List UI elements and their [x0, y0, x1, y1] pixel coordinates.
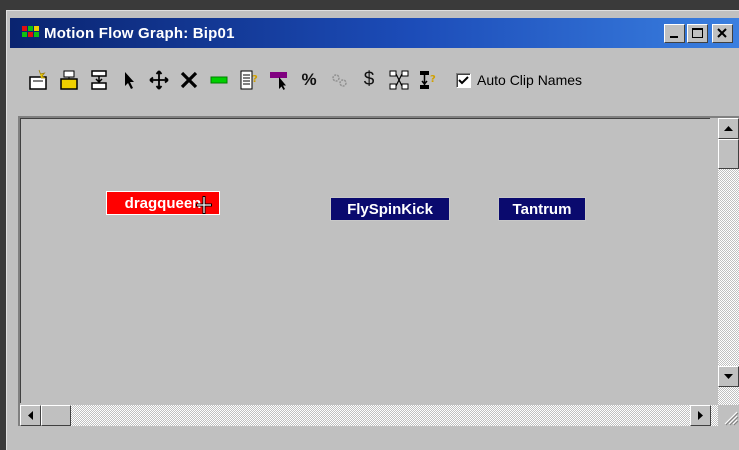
move-clips-icon: [149, 70, 169, 90]
toolbar: ? % $ ? Auto Clip Names: [10, 60, 739, 100]
resize-grip[interactable]: [718, 405, 739, 426]
scroll-left-button[interactable]: [20, 405, 41, 426]
scroll-down-button[interactable]: [718, 366, 739, 387]
cost-button[interactable]: $: [354, 65, 384, 95]
select-random-start-clip-icon: [270, 72, 287, 90]
checkmark-icon: [458, 75, 469, 84]
create-unique-motions-icon: [389, 70, 409, 90]
select-random-start-clip-button[interactable]: [264, 65, 294, 95]
optimize-transitions-icon: [332, 74, 347, 87]
create-unique-motions-button[interactable]: [384, 65, 414, 95]
close-icon: [717, 28, 727, 38]
motion-flow-canvas[interactable]: dragqueen FlySpinKick Tantrum: [18, 116, 739, 426]
clip-flyspinkick[interactable]: FlySpinKick: [330, 197, 450, 221]
graph-area[interactable]: [20, 118, 710, 403]
arrow-left-icon: [27, 411, 33, 420]
create-transition-icon: [91, 70, 107, 90]
percent-icon: %: [301, 70, 317, 89]
dollar-icon: $: [363, 69, 375, 90]
svg-text:?: ?: [252, 74, 258, 85]
vertical-scroll-thumb[interactable]: [718, 139, 739, 169]
title-bar[interactable]: Motion Flow Graph: Bip01: [10, 18, 739, 48]
close-button[interactable]: [712, 24, 733, 43]
auto-clip-names-checkbox[interactable]: [456, 72, 471, 88]
delete-clips-button[interactable]: [174, 65, 204, 95]
window-title: Motion Flow Graph: Bip01: [44, 24, 235, 42]
optimize-transitions-button[interactable]: [324, 65, 354, 95]
horizontal-scrollbar[interactable]: [20, 405, 720, 426]
create-multiple-clips-icon: [60, 70, 78, 90]
clip-tantrum[interactable]: Tantrum: [498, 197, 586, 221]
scroll-up-button[interactable]: [718, 118, 739, 139]
create-multiple-clips-button[interactable]: [54, 65, 84, 95]
delete-clips-icon: [180, 71, 198, 89]
app-icon: [22, 26, 40, 40]
scroll-right-button[interactable]: [690, 405, 711, 426]
auto-clip-names-label: Auto Clip Names: [477, 72, 583, 88]
vertical-scrollbar[interactable]: [718, 118, 739, 408]
auto-clip-names-option[interactable]: Auto Clip Names: [456, 72, 582, 88]
create-clip-button[interactable]: [24, 65, 54, 95]
create-random-motions-button[interactable]: [204, 65, 234, 95]
minimize-icon: [670, 36, 678, 38]
clip-label: Tantrum: [512, 200, 572, 218]
select-clips-icon: [125, 72, 134, 89]
move-cursor-icon: [196, 196, 212, 214]
horizontal-scroll-thumb[interactable]: [41, 405, 71, 426]
show-clip-properties-button[interactable]: ?: [234, 65, 264, 95]
create-transition-button[interactable]: [84, 65, 114, 95]
create-clip-icon: [29, 69, 47, 90]
resize-grip-icon: [724, 411, 739, 426]
create-random-motions-icon: [210, 76, 228, 84]
maximize-button[interactable]: [687, 24, 708, 43]
arrow-down-icon: [724, 373, 733, 379]
set-shared-motion-flow-button[interactable]: ?: [414, 65, 444, 95]
select-clips-button[interactable]: [114, 65, 144, 95]
clip-label: dragqueen: [124, 194, 202, 212]
move-clips-button[interactable]: [144, 65, 174, 95]
arrow-right-icon: [697, 411, 703, 420]
percent-transitions-button[interactable]: %: [294, 65, 324, 95]
svg-text:?: ?: [430, 74, 436, 85]
show-clip-properties-icon: ?: [240, 70, 258, 90]
minimize-button[interactable]: [664, 24, 685, 43]
clip-label: FlySpinKick: [347, 200, 433, 218]
set-shared-motion-flow-icon: ?: [420, 71, 436, 89]
maximize-icon: [692, 28, 703, 38]
arrow-up-icon: [724, 125, 733, 131]
